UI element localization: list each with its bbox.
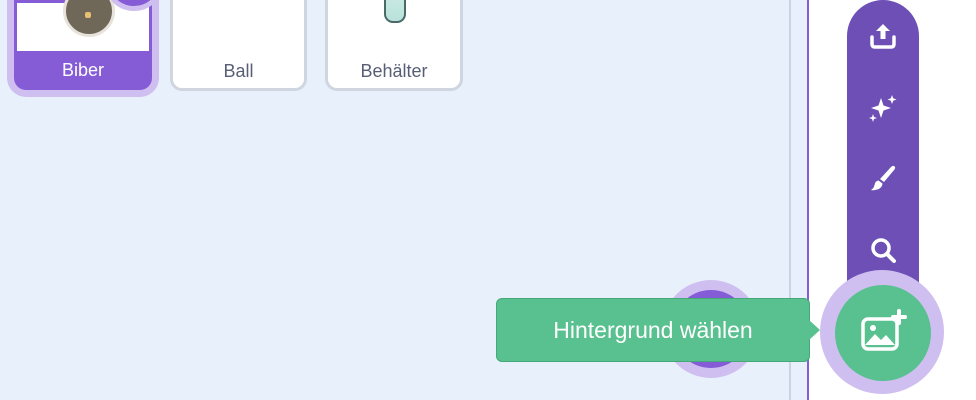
beaver-costume-image <box>63 0 115 37</box>
surprise-sparkle-icon <box>869 95 897 122</box>
sprite-name-label: Biber <box>61 60 105 80</box>
search-icon <box>871 238 896 263</box>
choose-backdrop-button[interactable] <box>835 285 931 381</box>
paint-brush-icon <box>871 165 896 191</box>
tooltip-arrow <box>809 320 820 340</box>
sprite-tile-behaelter[interactable]: Behälter <box>325 0 463 91</box>
add-backdrop-image-icon <box>861 309 907 351</box>
sprite-thumbnail <box>17 0 149 51</box>
sprite-tile-biber[interactable]: Biber <box>14 0 152 90</box>
sprite-name-label: Ball <box>223 61 254 81</box>
sprite-name-label: Behälter <box>360 61 428 81</box>
choose-backdrop-tooltip: Hintergrund wählen <box>496 298 810 362</box>
sprite-pane: Biber Ball Behälter Hintergrund wählen <box>0 0 976 400</box>
surprise-backdrop-button[interactable] <box>847 80 919 136</box>
paint-backdrop-button[interactable] <box>847 150 919 206</box>
sprite-tile-ball[interactable]: Ball <box>170 0 307 91</box>
tooltip-text: Hintergrund wählen <box>553 316 753 343</box>
upload-icon <box>870 24 896 49</box>
upload-backdrop-button[interactable] <box>847 8 919 64</box>
flask-costume-image <box>384 0 406 23</box>
